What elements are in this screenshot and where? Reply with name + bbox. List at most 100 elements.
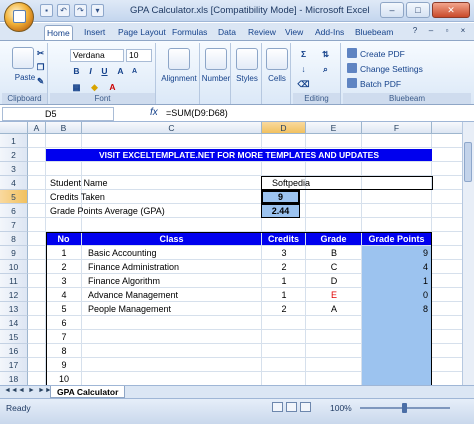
row-header-11[interactable]: 11 xyxy=(0,274,28,288)
table-row-credits[interactable]: 1 xyxy=(262,288,306,302)
workbook-close-icon[interactable]: × xyxy=(456,25,470,37)
gpa-cell[interactable]: 2.44 xyxy=(261,204,300,218)
sheet-tab-gpa-calculator[interactable]: GPA Calculator xyxy=(50,386,126,398)
italic-icon[interactable]: I xyxy=(84,65,97,78)
table-row-grade[interactable]: D xyxy=(306,274,362,288)
batch-pdf-button[interactable]: Batch PDF xyxy=(347,78,401,90)
table-row-class[interactable]: Basic Accounting xyxy=(88,246,260,260)
formula-input[interactable]: =SUM(D9:D68) xyxy=(166,107,228,120)
tab-page-layout[interactable]: Page Layout xyxy=(116,25,168,40)
redo-icon[interactable]: ↷ xyxy=(74,4,87,17)
page-break-view-icon[interactable] xyxy=(300,402,311,412)
table-row-grade-points[interactable]: 8 xyxy=(362,302,428,316)
zoom-slider[interactable] xyxy=(360,403,450,413)
row-header-16[interactable]: 16 xyxy=(0,344,28,358)
tab-bluebeam[interactable]: Bluebeam xyxy=(353,25,395,40)
worksheet-grid[interactable]: ABCDEF12345678910111213141516171819VISIT… xyxy=(0,122,474,385)
row-header-15[interactable]: 15 xyxy=(0,330,28,344)
minimize-button[interactable]: – xyxy=(380,2,404,18)
table-row-grade[interactable]: A xyxy=(306,302,362,316)
styles-icon[interactable] xyxy=(236,48,258,70)
table-row-no[interactable]: 8 xyxy=(46,344,82,358)
table-row-credits[interactable]: 3 xyxy=(262,246,306,260)
find-select-icon[interactable]: ⌕ xyxy=(319,63,332,76)
column-header-e[interactable]: E xyxy=(306,122,362,134)
maximize-button[interactable]: □ xyxy=(406,2,430,18)
row-header-18[interactable]: 18 xyxy=(0,372,28,385)
alignment-button[interactable]: Alignment xyxy=(158,74,200,83)
font-size-box[interactable]: 10 xyxy=(126,49,152,62)
sort-filter-icon[interactable]: ⇅ xyxy=(319,48,332,61)
clear-icon[interactable]: ⌫ xyxy=(297,78,310,91)
copy-icon[interactable]: ❐ xyxy=(34,61,47,74)
cells-button[interactable]: Cells xyxy=(263,74,291,83)
table-row-class[interactable]: Advance Management xyxy=(88,288,260,302)
create-pdf-button[interactable]: Create PDF xyxy=(347,48,405,60)
underline-icon[interactable]: U xyxy=(98,65,111,78)
row-header-12[interactable]: 12 xyxy=(0,288,28,302)
normal-view-icon[interactable] xyxy=(272,402,283,412)
table-row-no[interactable]: 6 xyxy=(46,316,82,330)
cut-icon[interactable]: ✂ xyxy=(34,47,47,60)
insert-function-icon[interactable]: fx xyxy=(150,107,158,118)
change-settings-button[interactable]: Change Settings xyxy=(347,63,423,75)
table-row-no[interactable]: 2 xyxy=(46,260,82,274)
row-header-7[interactable]: 7 xyxy=(0,218,28,232)
tab-insert[interactable]: Insert xyxy=(82,25,107,40)
table-row-no[interactable]: 9 xyxy=(46,358,82,372)
table-row-no[interactable]: 3 xyxy=(46,274,82,288)
select-all-corner[interactable] xyxy=(0,122,28,134)
row-header-17[interactable]: 17 xyxy=(0,358,28,372)
table-row-grade-points[interactable]: 9 xyxy=(362,246,428,260)
row-header-2[interactable]: 2 xyxy=(0,148,28,162)
paste-icon[interactable] xyxy=(12,47,34,69)
tab-add-ins[interactable]: Add-Ins xyxy=(313,25,346,40)
table-row-credits[interactable]: 2 xyxy=(262,260,306,274)
office-button[interactable] xyxy=(4,2,34,32)
customize-toolbar-icon[interactable]: ▾ xyxy=(91,4,104,17)
row-header-5[interactable]: 5 xyxy=(0,190,28,204)
table-row-grade[interactable]: C xyxy=(306,260,362,274)
table-row-credits[interactable]: 2 xyxy=(262,302,306,316)
table-row-grade-points[interactable]: 1 xyxy=(362,274,428,288)
styles-button[interactable]: Styles xyxy=(232,74,262,83)
column-header-d[interactable]: D xyxy=(262,122,306,134)
row-header-4[interactable]: 4 xyxy=(0,176,28,190)
table-row-grade[interactable]: E xyxy=(306,288,362,302)
save-icon[interactable]: ▪ xyxy=(40,4,53,17)
table-row-grade[interactable]: B xyxy=(306,246,362,260)
table-row-class[interactable]: People Management xyxy=(88,302,260,316)
row-header-9[interactable]: 9 xyxy=(0,246,28,260)
first-sheet-icon[interactable]: ◄◄ xyxy=(4,387,18,394)
row-header-8[interactable]: 8 xyxy=(0,232,28,246)
workbook-restore-icon[interactable]: ▫ xyxy=(440,25,454,37)
shrink-font-icon[interactable]: A xyxy=(128,65,141,78)
column-header-b[interactable]: B xyxy=(46,122,82,134)
tab-data[interactable]: Data xyxy=(216,25,238,40)
table-row-grade-points[interactable]: 0 xyxy=(362,288,428,302)
table-row-no[interactable]: 5 xyxy=(46,302,82,316)
zoom-level[interactable]: 100% xyxy=(330,403,352,413)
table-row-no[interactable]: 4 xyxy=(46,288,82,302)
row-header-10[interactable]: 10 xyxy=(0,260,28,274)
student-name-cell[interactable]: Softpedia xyxy=(261,176,433,190)
table-row-no[interactable]: 7 xyxy=(46,330,82,344)
undo-icon[interactable]: ↶ xyxy=(57,4,70,17)
page-layout-view-icon[interactable] xyxy=(286,402,297,412)
credits-taken-cell[interactable]: 9 xyxy=(261,190,300,204)
tab-formulas[interactable]: Formulas xyxy=(170,25,209,40)
font-name-box[interactable]: Verdana xyxy=(70,49,124,62)
name-box[interactable]: D5 xyxy=(2,107,114,121)
column-header-f[interactable]: F xyxy=(362,122,432,134)
table-row-credits[interactable]: 1 xyxy=(262,274,306,288)
table-row-no[interactable]: 10 xyxy=(46,372,82,385)
format-painter-icon[interactable]: ✎ xyxy=(34,75,47,88)
scrollbar-thumb[interactable] xyxy=(464,142,472,182)
grow-font-icon[interactable]: A xyxy=(114,65,127,78)
row-header-14[interactable]: 14 xyxy=(0,316,28,330)
tab-home[interactable]: Home xyxy=(44,25,73,40)
tab-view[interactable]: View xyxy=(283,25,305,40)
alignment-icon[interactable] xyxy=(168,48,190,70)
bold-icon[interactable]: B xyxy=(70,65,83,78)
row-header-13[interactable]: 13 xyxy=(0,302,28,316)
